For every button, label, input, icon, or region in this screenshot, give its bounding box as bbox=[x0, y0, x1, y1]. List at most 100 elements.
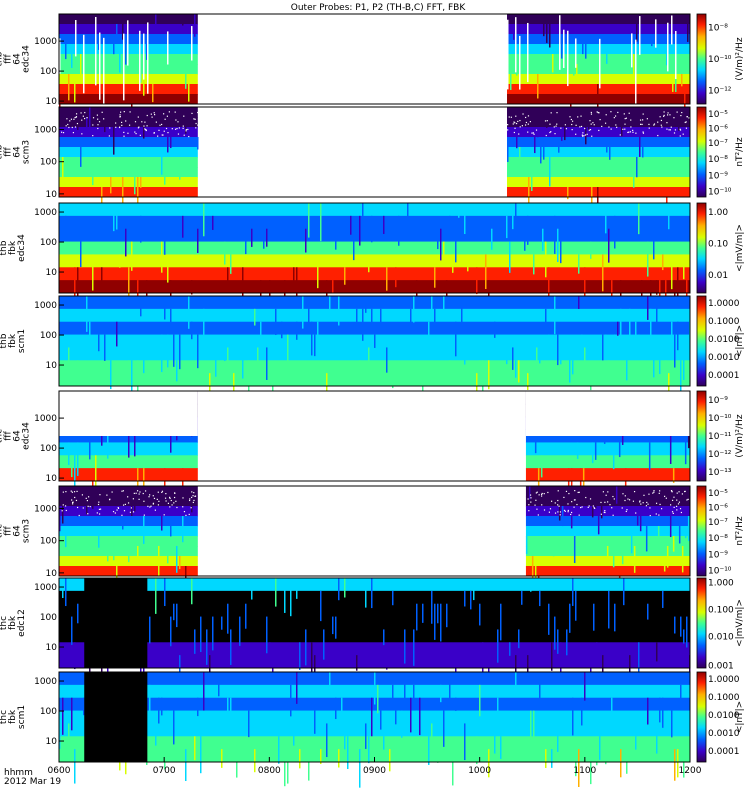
noise-speck bbox=[583, 135, 585, 137]
noise-speck bbox=[590, 111, 592, 114]
colorbar-unit-label: (V/m)²/Hz bbox=[735, 414, 745, 457]
noise-speck bbox=[659, 116, 661, 118]
noise-speck bbox=[143, 125, 145, 127]
noise-speck bbox=[139, 134, 141, 136]
noise-speck bbox=[661, 126, 663, 128]
texture-strip bbox=[668, 710, 670, 734]
texture-strip bbox=[687, 14, 689, 42]
texture-strip bbox=[575, 590, 577, 621]
texture-strip bbox=[479, 684, 481, 717]
noise-speck bbox=[642, 132, 645, 134]
texture-strip bbox=[395, 267, 397, 288]
noise-speck bbox=[590, 113, 593, 115]
spectral-band bbox=[59, 84, 198, 95]
noise-speck bbox=[639, 119, 642, 121]
noise-speck bbox=[547, 491, 549, 494]
noise-speck bbox=[557, 504, 559, 506]
texture-strip bbox=[203, 308, 205, 335]
texture-strip bbox=[566, 629, 568, 656]
texture-strip bbox=[170, 308, 172, 330]
noise-speck bbox=[128, 124, 131, 126]
texture-strip bbox=[161, 241, 163, 273]
noise-speck bbox=[153, 497, 156, 500]
spectral-band bbox=[59, 616, 690, 630]
texture-strip bbox=[594, 442, 597, 460]
spectral-band bbox=[59, 296, 690, 310]
noise-speck bbox=[534, 504, 536, 506]
noise-speck bbox=[510, 116, 512, 118]
noise-speck bbox=[138, 498, 140, 500]
texture-strip bbox=[254, 308, 256, 326]
spectral-band bbox=[507, 24, 690, 35]
texture-strip bbox=[545, 308, 547, 323]
noise-speck bbox=[666, 122, 668, 124]
texture-strip bbox=[479, 360, 481, 377]
texture-strip bbox=[668, 203, 670, 230]
noise-speck bbox=[613, 498, 615, 500]
texture-strip bbox=[662, 254, 664, 271]
noise-speck bbox=[189, 498, 191, 500]
texture-strip bbox=[77, 603, 79, 624]
colorbar-tick-label: 10⁻⁶ bbox=[708, 504, 728, 514]
noise-speck bbox=[593, 124, 595, 126]
noise-speck bbox=[66, 118, 68, 120]
texture-strip bbox=[275, 308, 277, 336]
texture-strip bbox=[605, 334, 607, 355]
noise-speck bbox=[643, 494, 645, 496]
y-tick-label: 10 bbox=[46, 737, 58, 747]
noise-speck bbox=[554, 502, 556, 504]
texture-strip bbox=[77, 107, 79, 130]
texture-strip bbox=[678, 516, 681, 544]
noise-speck bbox=[76, 490, 78, 493]
texture-strip bbox=[98, 536, 100, 548]
noise-speck bbox=[147, 505, 149, 507]
texture-strip bbox=[530, 710, 532, 741]
texture-strip bbox=[548, 267, 550, 296]
noise-speck bbox=[593, 507, 595, 509]
texture-strip bbox=[287, 334, 289, 371]
noise-speck bbox=[163, 113, 165, 115]
noise-speck bbox=[138, 493, 140, 495]
texture-strip bbox=[621, 107, 623, 137]
texture-strip bbox=[227, 697, 229, 734]
noise-speck bbox=[578, 491, 580, 493]
noise-speck bbox=[604, 509, 606, 512]
noise-speck bbox=[548, 511, 550, 513]
noise-speck bbox=[74, 496, 76, 499]
data-segment bbox=[507, 14, 690, 111]
noise-speck bbox=[641, 123, 643, 126]
noise-speck bbox=[567, 509, 569, 512]
texture-strip bbox=[143, 516, 145, 544]
texture-strip bbox=[653, 228, 655, 260]
noise-speck bbox=[129, 111, 131, 113]
panel-label: thb fbk edc34 bbox=[0, 234, 27, 262]
texture-strip bbox=[647, 603, 649, 620]
texture-strip bbox=[635, 736, 637, 750]
texture-strip bbox=[74, 74, 76, 103]
texture-strip bbox=[434, 603, 436, 640]
noise-speck bbox=[169, 496, 171, 498]
texture-strip bbox=[293, 267, 295, 291]
texture-strip bbox=[635, 321, 637, 350]
texture-strip bbox=[545, 749, 547, 768]
texture-strip bbox=[539, 672, 541, 707]
spectral-band bbox=[525, 506, 690, 517]
texture-strip bbox=[578, 296, 580, 309]
spectrogram-figure: Outer Probes: P1, P2 (TH-B,C) FFT, FBK 1… bbox=[0, 3, 745, 788]
noise-speck bbox=[183, 510, 186, 513]
noise-speck bbox=[194, 118, 196, 120]
noise-speck bbox=[87, 513, 89, 515]
noise-speck bbox=[655, 502, 658, 504]
colorbar-tick-label: 10⁻¹⁰ bbox=[708, 567, 732, 577]
noise-speck bbox=[682, 133, 684, 135]
texture-strip bbox=[164, 296, 166, 320]
data-gap-line bbox=[655, 19, 657, 48]
texture-strip bbox=[527, 215, 529, 245]
texture-strip bbox=[338, 578, 340, 601]
noise-speck bbox=[660, 124, 662, 126]
texture-strip bbox=[116, 203, 118, 230]
x-tick-label: 0600 bbox=[48, 766, 71, 776]
noise-speck bbox=[62, 491, 64, 493]
spectral-band bbox=[59, 710, 690, 724]
noise-speck bbox=[678, 491, 680, 493]
